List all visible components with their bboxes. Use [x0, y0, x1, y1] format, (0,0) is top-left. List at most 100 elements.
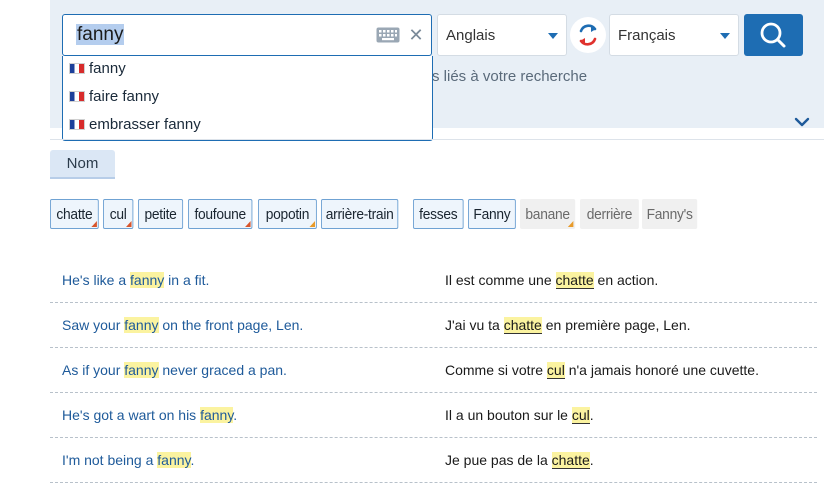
- row-divider: [50, 482, 817, 483]
- suggestion-item[interactable]: faire fanny: [69, 86, 159, 106]
- swap-languages-button[interactable]: [570, 17, 606, 53]
- text-fragment: never graced a pan.: [158, 362, 287, 378]
- close-icon[interactable]: ✕: [407, 25, 425, 45]
- text-fragment: .: [233, 407, 238, 423]
- text-fragment: on the front page, Len.: [158, 317, 304, 333]
- translation-chip[interactable]: arrière-train: [321, 199, 399, 229]
- suggestion-label: fanny: [89, 59, 126, 77]
- highlighted-term: cul: [571, 407, 590, 424]
- caret-down-icon: [548, 33, 558, 39]
- text-fragment: in a fit.: [164, 272, 210, 288]
- translation-chip[interactable]: cul: [103, 199, 134, 229]
- text-fragment: I'm not being a: [62, 452, 158, 468]
- frequency-marker: [245, 221, 251, 227]
- highlighted-term: fanny: [124, 317, 159, 333]
- highlighted-term: chatte: [503, 317, 542, 334]
- part-of-speech-tag[interactable]: Nom: [50, 150, 115, 179]
- highlighted-term: chatte: [551, 452, 590, 469]
- highlighted-term: fanny: [130, 272, 165, 288]
- example-source[interactable]: He's got a wart on his fanny.: [62, 407, 237, 423]
- highlighted-term: fanny: [200, 407, 234, 423]
- text-fragment: en première page, Len.: [541, 317, 691, 333]
- translation-chip[interactable]: foufoune: [188, 199, 253, 229]
- translation-chip[interactable]: Fanny's: [642, 199, 698, 229]
- example-row: Saw your fanny on the front page, Len. J…: [50, 303, 817, 348]
- translation-chip-label: cul: [109, 206, 127, 223]
- example-row: As if your fanny never graced a pan. Com…: [50, 348, 817, 393]
- text-fragment: Il a un bouton sur le: [445, 407, 572, 423]
- related-results-text: s liés à votre recherche: [432, 68, 588, 85]
- suggestion-item[interactable]: fanny: [69, 58, 126, 78]
- translation-chip[interactable]: chatte: [50, 199, 99, 229]
- example-target[interactable]: Comme si votre cul n'a jamais honoré une…: [445, 362, 759, 379]
- frequency-marker: [567, 221, 574, 227]
- chevron-down-icon[interactable]: [794, 115, 810, 129]
- frequency-marker: [91, 221, 97, 227]
- swap-icon: [579, 24, 597, 46]
- search-button[interactable]: [744, 14, 803, 56]
- translation-chip-label: Fanny's: [646, 206, 693, 223]
- target-language-label: Français: [618, 27, 676, 44]
- example-row: I'm not being a fanny. Je pue pas de la …: [50, 438, 817, 483]
- translation-chip-label: chatte: [56, 206, 93, 223]
- translation-chip-label: derrière: [586, 206, 633, 223]
- caret-down-icon: [720, 33, 730, 39]
- text-fragment: .: [589, 452, 594, 468]
- frequency-marker: [309, 221, 316, 227]
- text-fragment: He's got a wart on his: [62, 407, 201, 423]
- translation-chip-label: Fanny: [473, 206, 511, 223]
- translation-chip[interactable]: popotin: [258, 199, 317, 229]
- text-fragment: As if your: [62, 362, 125, 378]
- translation-chip-label: banane: [525, 206, 570, 223]
- text-fragment: J'ai vu ta: [445, 317, 504, 333]
- search-input-value: fanny: [76, 24, 125, 45]
- text-fragment: Il est comme une: [445, 272, 556, 288]
- translation-chip-label: petite: [144, 206, 177, 223]
- text-fragment: He's like a: [62, 272, 131, 288]
- flag-fr-icon: [69, 90, 85, 102]
- text-fragment: .: [190, 452, 195, 468]
- translation-chip-label: fesses: [419, 206, 458, 223]
- suggestion-item[interactable]: embrasser fanny: [69, 114, 201, 134]
- frequency-marker: [126, 221, 132, 227]
- search-icon: [760, 22, 786, 48]
- translation-chip[interactable]: Fanny: [468, 199, 516, 229]
- page: fanny ✕ fanny faire fanny embrasser fann…: [0, 0, 824, 490]
- example-target[interactable]: Il est comme une chatte en action.: [445, 272, 659, 289]
- source-language-select[interactable]: Anglais: [437, 14, 567, 56]
- translation-chip-label: foufoune: [194, 206, 246, 223]
- text-fragment: en action.: [593, 272, 659, 288]
- highlighted-term: fanny: [157, 452, 191, 468]
- search-input[interactable]: fanny ✕: [62, 14, 432, 56]
- flag-fr-icon: [69, 62, 85, 74]
- translation-chip[interactable]: petite: [138, 199, 184, 229]
- example-source[interactable]: Saw your fanny on the front page, Len.: [62, 317, 303, 333]
- translation-chip[interactable]: fesses: [413, 199, 464, 229]
- target-language-select[interactable]: Français: [609, 14, 739, 56]
- divider: [50, 139, 824, 140]
- highlighted-term: fanny: [124, 362, 159, 378]
- translation-chip-label: arrière-train: [325, 206, 394, 223]
- translation-chip[interactable]: derrière: [580, 199, 639, 229]
- text-fragment: Je pue pas de la: [445, 452, 552, 468]
- text-fragment: Saw your: [62, 317, 125, 333]
- keyboard-icon[interactable]: [376, 27, 400, 43]
- flag-fr-icon: [69, 118, 85, 130]
- suggestion-label: faire fanny: [89, 87, 160, 105]
- example-target[interactable]: J'ai vu ta chatte en première page, Len.: [445, 317, 691, 334]
- example-row: He's like a fanny in a fit. Il est comme…: [50, 258, 817, 303]
- source-language-label: Anglais: [446, 27, 496, 44]
- example-target[interactable]: Je pue pas de la chatte.: [445, 452, 594, 469]
- example-row: He's got a wart on his fanny. Il a un bo…: [50, 393, 817, 438]
- example-source[interactable]: I'm not being a fanny.: [62, 452, 194, 468]
- text-fragment: Comme si votre: [445, 362, 547, 378]
- highlighted-term: chatte: [555, 272, 594, 289]
- translation-chip-label: popotin: [265, 206, 310, 223]
- example-source[interactable]: He's like a fanny in a fit.: [62, 272, 209, 288]
- example-source[interactable]: As if your fanny never graced a pan.: [62, 362, 287, 378]
- text-fragment: n'a jamais honoré une cuvette.: [564, 362, 759, 378]
- suggestions-dropdown: fanny faire fanny embrasser fanny: [62, 56, 433, 141]
- translation-chip[interactable]: banane: [520, 199, 576, 229]
- highlighted-term: cul: [546, 362, 565, 379]
- example-target[interactable]: Il a un bouton sur le cul.: [445, 407, 594, 424]
